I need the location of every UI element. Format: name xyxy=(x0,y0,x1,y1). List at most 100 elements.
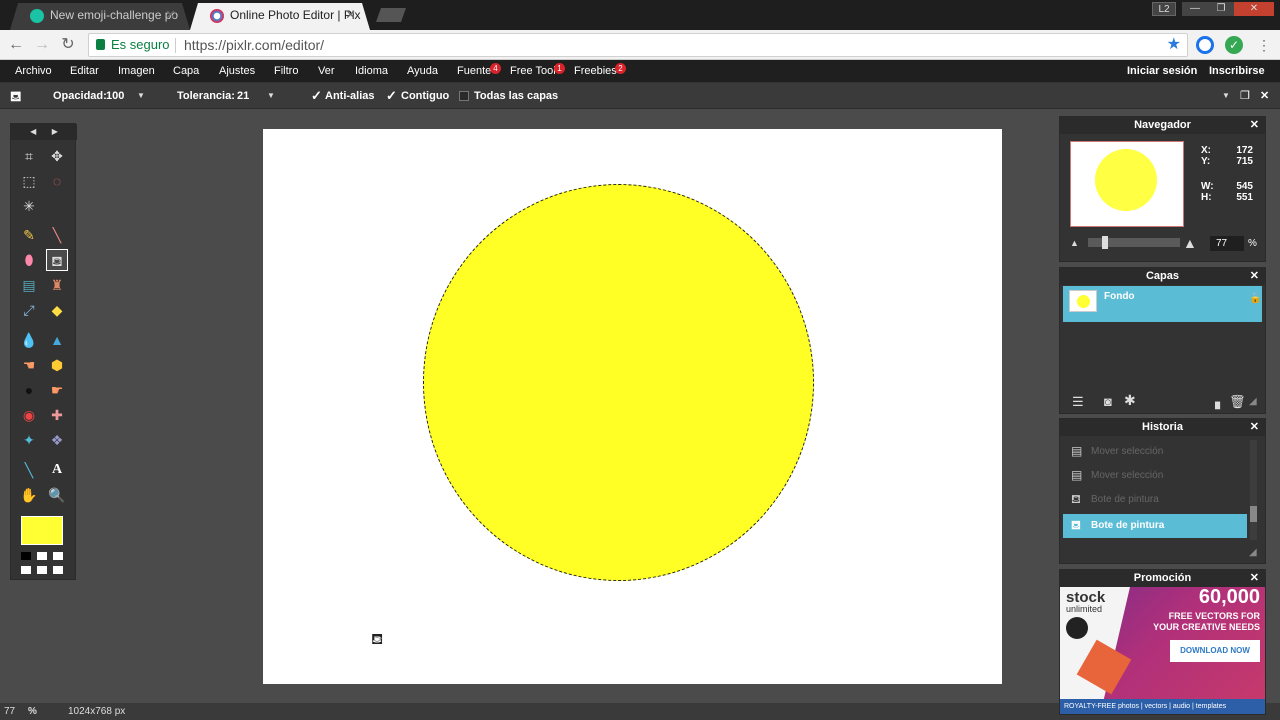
menu-imagen[interactable]: Imagen xyxy=(118,60,155,82)
scrollbar-thumb[interactable] xyxy=(1250,506,1257,522)
sharpen-tool-icon[interactable]: ▲ xyxy=(46,329,68,351)
menu-editar[interactable]: Editar xyxy=(70,60,99,82)
layer-mask-icon[interactable]: ◙ xyxy=(1104,394,1112,409)
close-icon[interactable]: ✕ xyxy=(1250,268,1259,285)
minimize-button[interactable]: — xyxy=(1182,2,1208,16)
marquee-tool-icon[interactable]: ⬚ xyxy=(18,170,40,192)
color-replace-tool-icon[interactable]: ⤢ xyxy=(18,299,40,321)
url-input[interactable]: Es seguro https://pixlr.com/editor/ ★ xyxy=(88,33,1188,57)
history-scrollbar[interactable] xyxy=(1250,440,1257,540)
drawing-tool-icon[interactable]: ◆ xyxy=(46,299,68,321)
color-picker-tool-icon[interactable]: ╲ xyxy=(18,459,40,481)
red-eye-tool-icon[interactable]: ◉ xyxy=(18,404,40,426)
download-now-button[interactable]: DOWNLOAD NOW xyxy=(1170,640,1260,662)
resize-handle-icon[interactable]: ◢ xyxy=(1249,396,1257,407)
history-item[interactable]: ⛾ Bote de pintura xyxy=(1063,488,1247,512)
palette-swatch[interactable] xyxy=(37,552,47,560)
menu-ajustes[interactable]: Ajustes xyxy=(219,60,255,82)
spot-heal-tool-icon[interactable]: ✚ xyxy=(46,404,68,426)
crop-tool-icon[interactable]: ⌗ xyxy=(18,145,40,167)
history-item[interactable]: ▤ Mover selección xyxy=(1063,464,1247,488)
login-link[interactable]: Iniciar sesión xyxy=(1127,60,1197,82)
palette-swatch[interactable] xyxy=(37,566,47,574)
zoom-input[interactable]: 77 xyxy=(1210,236,1244,251)
tolerance-value[interactable]: 21 xyxy=(237,83,249,109)
clone-stamp-tool-icon[interactable]: ♜ xyxy=(46,274,68,296)
type-tool-icon[interactable]: A xyxy=(46,459,68,481)
close-icon[interactable]: ✕ xyxy=(345,3,356,27)
pencil-tool-icon[interactable]: ✎ xyxy=(18,224,40,246)
menu-filtro[interactable]: Filtro xyxy=(274,60,298,82)
antialias-checkbox[interactable]: ✓ xyxy=(311,83,322,109)
blur-tool-icon[interactable]: 💧 xyxy=(18,329,40,351)
pinch-tool-icon[interactable]: ❖ xyxy=(46,429,68,451)
history-item[interactable]: ▤ Mover selección xyxy=(1063,440,1247,464)
contiguous-checkbox[interactable]: ✓ xyxy=(386,83,397,109)
image-canvas[interactable]: ⛾ xyxy=(263,129,1002,684)
gradient-tool-icon[interactable]: ▤ xyxy=(18,274,40,296)
palette-swatch[interactable] xyxy=(21,566,31,574)
close-icon[interactable]: ✕ xyxy=(1260,83,1269,109)
layer-row[interactable]: Fondo 🔒 xyxy=(1063,286,1262,322)
lasso-tool-icon[interactable]: ◌ xyxy=(46,170,68,192)
menu-ayuda[interactable]: Ayuda xyxy=(407,60,438,82)
magic-wand-tool-icon[interactable]: ✳ xyxy=(18,195,40,217)
all-layers-checkbox[interactable] xyxy=(459,91,469,101)
foreground-color-swatch[interactable] xyxy=(21,516,63,545)
opacity-dropdown-icon[interactable]: ▼ xyxy=(137,83,145,109)
palette-swatch[interactable] xyxy=(53,566,63,574)
layer-styles-icon[interactable]: ✱ xyxy=(1124,392,1136,409)
dodge-tool-icon[interactable]: ☛ xyxy=(46,379,68,401)
resize-handle-icon[interactable]: ◢ xyxy=(1249,547,1257,558)
fullscreen-icon[interactable]: ❐ xyxy=(1240,83,1250,109)
window-close-button[interactable]: ✕ xyxy=(1234,2,1274,16)
lock-icon[interactable]: 🔒 xyxy=(1249,293,1261,304)
zoom-slider[interactable] xyxy=(1088,236,1180,249)
sponge-tool-icon[interactable]: ⬢ xyxy=(46,354,68,376)
maximize-button[interactable]: ❐ xyxy=(1208,2,1234,16)
toolbox-header[interactable]: ◀ ▶ xyxy=(11,124,77,140)
move-tool-icon[interactable]: ✥ xyxy=(46,145,68,167)
smudge-tool-icon[interactable]: ☚ xyxy=(18,354,40,376)
reload-button[interactable]: ↻ xyxy=(58,35,78,55)
menu-capa[interactable]: Capa xyxy=(173,60,199,82)
opacity-value[interactable]: 100 xyxy=(106,83,124,109)
new-tab-button[interactable] xyxy=(376,8,406,22)
eraser-tool-icon[interactable]: ⬮ xyxy=(18,249,40,271)
close-icon[interactable]: ✕ xyxy=(1250,117,1259,134)
new-layer-icon[interactable]: ▗ xyxy=(1210,394,1220,410)
tolerance-dropdown-icon[interactable]: ▼ xyxy=(267,83,275,109)
back-button[interactable]: ← xyxy=(6,35,26,55)
zoom-tool-icon[interactable]: 🔍 xyxy=(46,484,68,506)
zoom-out-icon[interactable]: ▲ xyxy=(1070,238,1079,248)
extension-icon[interactable] xyxy=(1196,36,1214,54)
layer-settings-icon[interactable]: ☰ xyxy=(1072,394,1084,410)
browser-tab-pixlr[interactable]: Online Photo Editor | Pix ✕ xyxy=(190,3,370,30)
menu-freebies[interactable]: Freebies xyxy=(574,60,617,82)
zoom-level[interactable]: 77 xyxy=(4,703,15,720)
bookmark-star-icon[interactable]: ★ xyxy=(1167,34,1181,56)
menu-archivo[interactable]: Archivo xyxy=(15,60,52,82)
menu-ver[interactable]: Ver xyxy=(318,60,335,82)
brush-tool-icon[interactable]: ╲ xyxy=(46,224,68,246)
menu-free-tool[interactable]: Free Tool xyxy=(510,60,556,82)
trash-icon[interactable]: 🗑 xyxy=(1229,394,1246,410)
menu-idioma[interactable]: Idioma xyxy=(355,60,388,82)
browser-menu-icon[interactable]: ⋮ xyxy=(1254,35,1274,55)
navigator-thumbnail[interactable] xyxy=(1070,141,1184,227)
close-icon[interactable]: ✕ xyxy=(165,3,176,27)
close-icon[interactable]: ✕ xyxy=(1250,570,1259,587)
menu-fuente[interactable]: Fuente xyxy=(457,60,491,82)
promo-ad[interactable]: stock unlimited 60,000 FREE VECTORS FOR … xyxy=(1060,587,1265,714)
default-colors-swatch[interactable] xyxy=(21,552,31,560)
bloat-tool-icon[interactable]: ✦ xyxy=(18,429,40,451)
burn-tool-icon[interactable]: ● xyxy=(18,379,40,401)
zoom-slider-thumb[interactable] xyxy=(1102,236,1108,249)
paint-bucket-tool-icon[interactable]: ⛾ xyxy=(46,249,68,271)
browser-tab-emoji[interactable]: New emoji-challenge po ✕ xyxy=(10,3,190,30)
palette-swatch[interactable] xyxy=(53,552,63,560)
hand-tool-icon[interactable]: ✋ xyxy=(18,484,40,506)
panel-collapse-icon[interactable]: ▼ xyxy=(1222,83,1230,109)
check-extension-icon[interactable]: ✓ xyxy=(1225,36,1243,54)
signup-link[interactable]: Inscribirse xyxy=(1209,60,1265,82)
